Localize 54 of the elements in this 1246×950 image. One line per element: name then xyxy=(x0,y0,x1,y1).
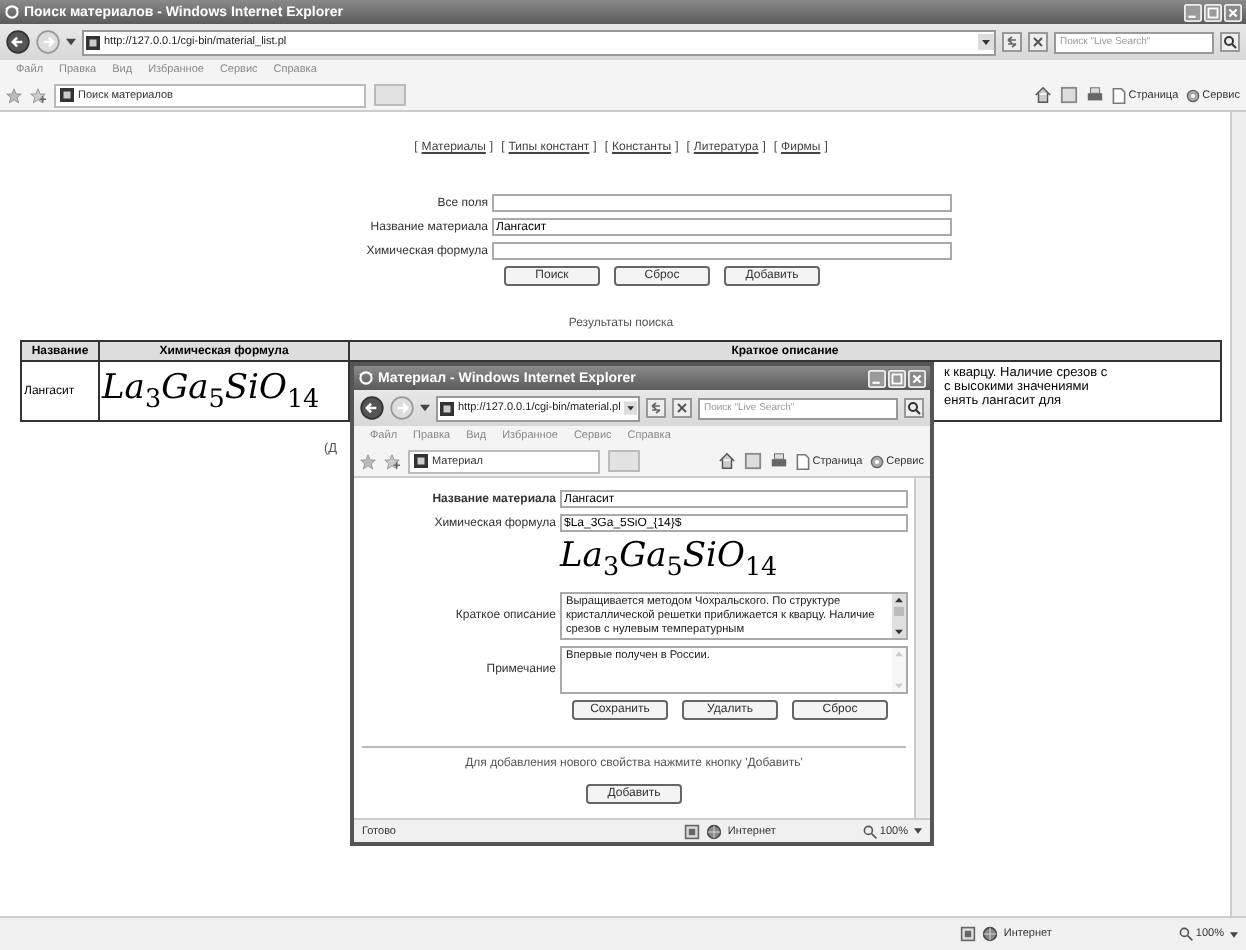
refresh-button[interactable] xyxy=(1002,32,1022,52)
scrollbar[interactable] xyxy=(892,648,906,693)
scrollbar[interactable] xyxy=(914,478,930,818)
browser-logo-icon xyxy=(4,4,20,20)
close-button[interactable] xyxy=(908,369,926,387)
zoom-icon xyxy=(861,823,878,839)
gear-icon xyxy=(870,453,885,469)
add-favorite-icon[interactable] xyxy=(384,453,400,469)
gear-icon xyxy=(1186,87,1201,103)
input-field[interactable] xyxy=(492,194,952,212)
refresh-button[interactable] xyxy=(646,398,666,418)
formula-cell: La$_{3}$Ga$_{5}$SiO$_{14}$ xyxy=(99,361,349,421)
zoom-icon xyxy=(1177,926,1194,942)
browser-logo-icon xyxy=(358,370,374,386)
page-icon xyxy=(86,35,100,49)
globe-icon xyxy=(705,823,722,839)
home-icon[interactable] xyxy=(718,452,737,470)
input-field[interactable] xyxy=(492,242,952,260)
page-icon xyxy=(414,454,428,468)
star-icon[interactable] xyxy=(6,87,22,103)
page-icon xyxy=(796,453,811,469)
page-icon xyxy=(60,88,74,102)
caret-icon[interactable] xyxy=(420,404,430,412)
home-icon[interactable] xyxy=(1034,86,1053,104)
print-icon[interactable] xyxy=(1086,86,1105,104)
back-button[interactable] xyxy=(6,30,30,54)
minimize-button[interactable] xyxy=(868,369,886,387)
star-icon[interactable] xyxy=(360,453,376,469)
dropdown-icon[interactable] xyxy=(624,400,638,416)
search-icon[interactable] xyxy=(1220,32,1240,52)
scrollbar[interactable] xyxy=(892,594,906,639)
caret-icon[interactable] xyxy=(914,828,922,834)
stop-button[interactable] xyxy=(1028,32,1048,52)
caret-icon[interactable] xyxy=(1230,931,1238,937)
formula-text: La$_{3}$Ga$_{5}$SiO$_{14}$ xyxy=(560,538,780,587)
add-favorite-icon[interactable] xyxy=(30,87,46,103)
stop-button[interactable] xyxy=(672,398,692,418)
dropdown-icon[interactable] xyxy=(978,34,994,50)
globe-icon xyxy=(981,926,998,942)
feed-icon[interactable] xyxy=(1060,86,1079,104)
close-button[interactable] xyxy=(1224,3,1242,21)
minimize-button[interactable] xyxy=(1184,3,1202,21)
protected-mode-icon xyxy=(683,823,700,839)
back-button[interactable] xyxy=(360,396,384,420)
page-icon xyxy=(440,401,454,415)
protected-mode-icon xyxy=(959,926,976,942)
maximize-button[interactable] xyxy=(1204,3,1222,21)
feed-icon[interactable] xyxy=(744,452,763,470)
maximize-button[interactable] xyxy=(888,369,906,387)
search-icon[interactable] xyxy=(904,398,924,418)
scrollbar[interactable] xyxy=(1230,112,1246,916)
print-icon[interactable] xyxy=(770,452,789,470)
caret-icon[interactable] xyxy=(66,38,76,46)
page-icon xyxy=(1112,87,1127,103)
